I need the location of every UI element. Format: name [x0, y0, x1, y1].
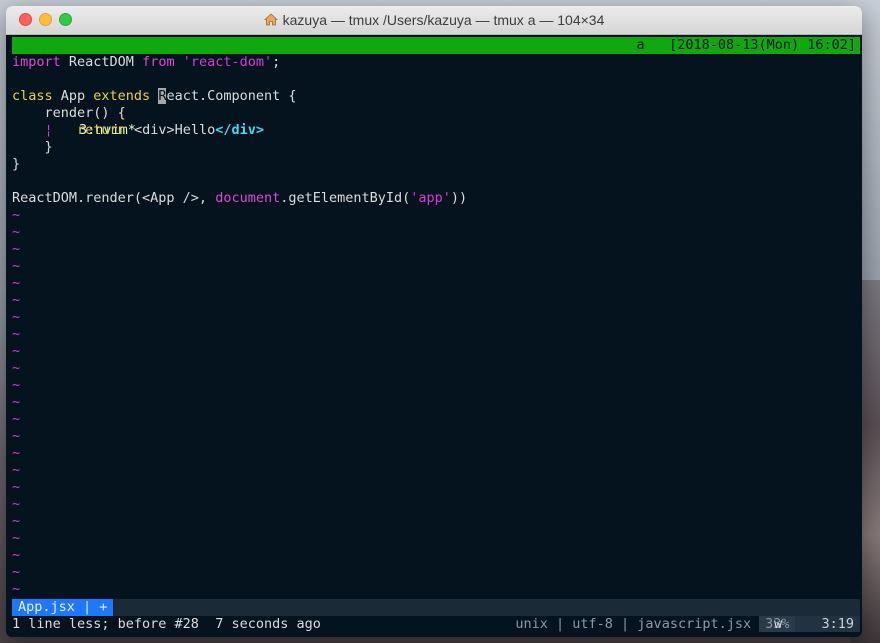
- empty-line-tilde: ~: [12, 547, 21, 563]
- empty-line-tilde: ~: [12, 530, 21, 546]
- render-call: ReactDOM.render(<App />,: [12, 190, 216, 206]
- empty-line-tilde: ~: [12, 224, 21, 240]
- code-line-3[interactable]: class App extends React.Component {: [12, 88, 297, 105]
- empty-line-tilde: ~: [12, 207, 21, 223]
- keyword-return: return: [77, 122, 126, 138]
- tmux-client: a: [636, 37, 645, 53]
- empty-line-tilde: ~: [12, 564, 21, 580]
- vim-statusline: App.jsx | + unix | utf-8 | javascript.js…: [12, 599, 860, 632]
- empty-line-tilde: ~: [12, 258, 21, 274]
- string-literal: 'app': [410, 190, 451, 206]
- code-line-1[interactable]: import ReactDOM from 'react-dom';: [12, 54, 280, 71]
- status-filename: App.jsx | +: [12, 599, 114, 616]
- code-line-5[interactable]: ¦ return <div>Hello</div>: [12, 122, 265, 139]
- empty-line-tilde: ~: [12, 513, 21, 529]
- identifier: ReactDOM: [60, 54, 143, 70]
- code-line-6[interactable]: }: [12, 139, 53, 156]
- jsx-open-tag: <div>: [125, 122, 175, 138]
- empty-line-tilde: ~: [12, 326, 21, 342]
- class-name: App: [52, 88, 94, 104]
- empty-line-tilde: ~: [12, 309, 21, 325]
- command-indicator: w: [774, 616, 783, 632]
- code-line-7[interactable]: }: [12, 156, 20, 173]
- keyword-extends: extends: [93, 88, 151, 104]
- empty-line-tilde: ~: [12, 496, 21, 512]
- empty-line-tilde: ~: [12, 581, 21, 597]
- empty-line-tilde: ~: [12, 275, 21, 291]
- window-title-text: kazuya — tmux /Users/kazuya — tmux a — 1…: [282, 12, 605, 28]
- tmux-window-0[interactable]: 0:nvim: [79, 71, 128, 87]
- terminal-window[interactable]: kazuya — tmux /Users/kazuya — tmux a — 1…: [6, 6, 862, 637]
- keyword-import: import: [12, 54, 61, 70]
- empty-line-tilde: ~: [12, 394, 21, 410]
- indent-guide: ¦: [12, 122, 78, 138]
- command-message: 1 line less; before #28 7 seconds ago: [12, 616, 321, 632]
- terminal-content[interactable]: [3] 0:nvim 1:nvim- 2:fish 3:nvim* a [201…: [12, 37, 860, 632]
- closing-parens: )): [450, 190, 468, 206]
- vim-command-line[interactable]: 1 line less; before #28 7 seconds ago w: [12, 616, 860, 633]
- string-literal: 'react-dom': [182, 54, 273, 70]
- keyword-class: class: [12, 88, 53, 104]
- home-icon: [263, 13, 278, 26]
- empty-line-tilde: ~: [12, 479, 21, 495]
- code-line-9[interactable]: ReactDOM.render(<App />, document.getEle…: [12, 190, 467, 207]
- jsx-text: Hello: [174, 122, 216, 138]
- title-bar[interactable]: kazuya — tmux /Users/kazuya — tmux a — 1…: [6, 6, 862, 35]
- tmux-datetime: [2018-08-13(Mon) 16:02]: [669, 37, 856, 53]
- code-line-4[interactable]: render() {: [12, 105, 126, 122]
- keyword-document: document: [215, 190, 281, 206]
- empty-line-tilde: ~: [12, 445, 21, 461]
- empty-line-tilde: ~: [12, 377, 21, 393]
- empty-line-tilde: ~: [12, 292, 21, 308]
- empty-line-tilde: ~: [12, 462, 21, 478]
- empty-line-tilde: ~: [12, 411, 21, 427]
- empty-line-tilde: ~: [12, 343, 21, 359]
- keyword-from: from: [142, 54, 175, 70]
- jsx-close-tag: </div>: [215, 122, 265, 138]
- method-call: .getElementById(: [280, 190, 411, 206]
- empty-line-tilde: ~: [12, 360, 21, 376]
- empty-line-tilde: ~: [12, 428, 21, 444]
- semicolon: ;: [272, 54, 281, 70]
- window-title: kazuya — tmux /Users/kazuya — tmux a — 1…: [6, 6, 862, 34]
- empty-line-tilde: ~: [12, 241, 21, 257]
- tmux-status-bar: [3] 0:nvim 1:nvim- 2:fish 3:nvim* a [201…: [12, 37, 860, 138]
- superclass: eact.Component {: [166, 88, 297, 104]
